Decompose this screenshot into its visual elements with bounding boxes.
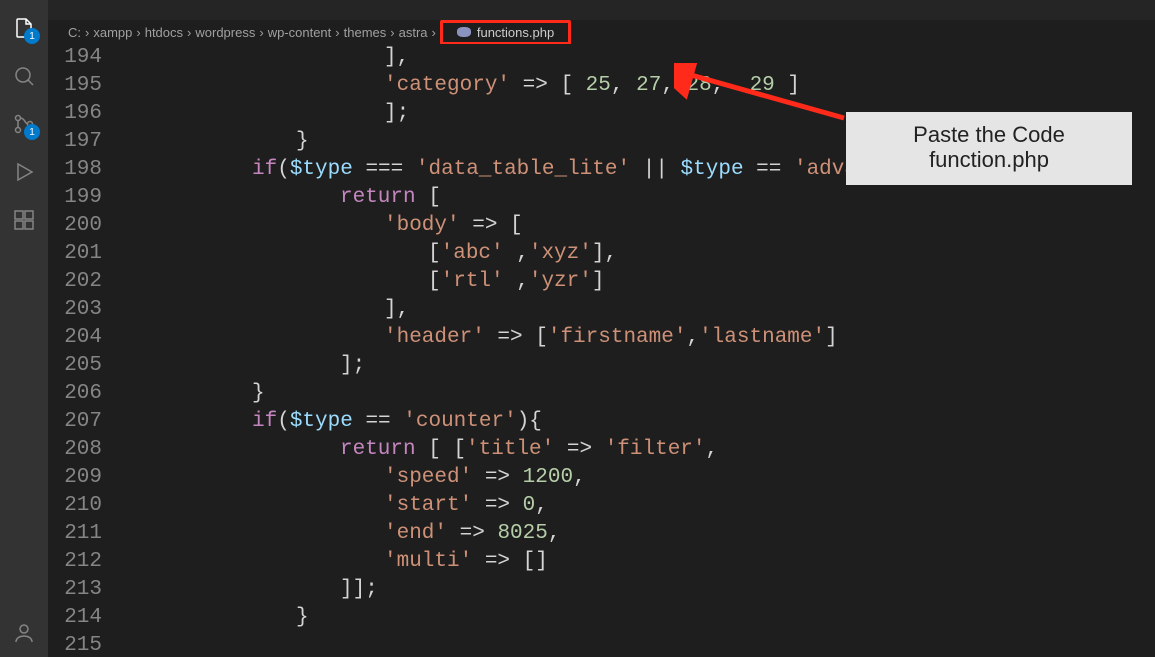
annotation-line1: Paste the Code [850, 122, 1128, 147]
code-editor[interactable]: 1941951961971981992002012022032042052062… [48, 44, 1155, 657]
line-number: 202 [48, 268, 102, 296]
line-number: 205 [48, 352, 102, 380]
code-line[interactable]: ['abc' ,'xyz'], [120, 240, 1155, 268]
account-icon[interactable] [0, 609, 48, 657]
code-line[interactable]: ]; [120, 352, 1155, 380]
line-number: 209 [48, 464, 102, 492]
line-number: 208 [48, 436, 102, 464]
line-number-gutter: 1941951961971981992002012022032042052062… [48, 44, 120, 657]
line-number: 197 [48, 128, 102, 156]
chevron-right-icon: › [259, 25, 263, 40]
extensions-icon[interactable] [0, 196, 48, 244]
code-line[interactable]: 'multi' => [] [120, 548, 1155, 576]
code-line[interactable]: ], [120, 44, 1155, 72]
chevron-right-icon: › [432, 25, 436, 40]
line-number: 212 [48, 548, 102, 576]
code-line[interactable]: 'start' => 0, [120, 492, 1155, 520]
chevron-right-icon: › [85, 25, 89, 40]
line-number: 201 [48, 240, 102, 268]
annotation-line2: function.php [850, 147, 1128, 172]
code-line[interactable]: ['rtl' ,'yzr'] [120, 268, 1155, 296]
line-number: 204 [48, 324, 102, 352]
code-line[interactable]: 'header' => ['firstname','lastname'] [120, 324, 1155, 352]
code-line[interactable]: ], [120, 296, 1155, 324]
source-control-icon[interactable]: 1 [0, 100, 48, 148]
code-line[interactable]: 'end' => 8025, [120, 520, 1155, 548]
code-line[interactable]: } [120, 604, 1155, 632]
editor-main: C:›xampp›htdocs›wordpress›wp-content›the… [48, 0, 1155, 657]
code-line[interactable]: if($type == 'counter'){ [120, 408, 1155, 436]
code-line[interactable]: return [ [120, 184, 1155, 212]
explorer-badge: 1 [24, 28, 40, 44]
line-number: 214 [48, 604, 102, 632]
line-number: 199 [48, 184, 102, 212]
tab-bar[interactable] [48, 0, 1155, 20]
line-number: 211 [48, 520, 102, 548]
line-number: 210 [48, 492, 102, 520]
breadcrumb-item[interactable]: xampp [93, 25, 132, 40]
breadcrumb-item[interactable]: C: [68, 25, 81, 40]
code-line[interactable]: ]]; [120, 576, 1155, 604]
code-line[interactable]: 'speed' => 1200, [120, 464, 1155, 492]
breadcrumb-item[interactable]: astra [399, 25, 428, 40]
line-number: 196 [48, 100, 102, 128]
line-number: 215 [48, 632, 102, 657]
breadcrumb-current-file[interactable]: functions.php [440, 20, 571, 44]
line-number: 206 [48, 380, 102, 408]
php-file-icon [457, 27, 471, 37]
explorer-icon[interactable]: 1 [0, 4, 48, 52]
line-number: 203 [48, 296, 102, 324]
line-number: 207 [48, 408, 102, 436]
breadcrumb-item[interactable]: themes [344, 25, 387, 40]
code-line[interactable]: } [120, 380, 1155, 408]
chevron-right-icon: › [335, 25, 339, 40]
line-number: 200 [48, 212, 102, 240]
run-debug-icon[interactable] [0, 148, 48, 196]
breadcrumb-item[interactable]: htdocs [145, 25, 183, 40]
chevron-right-icon: › [390, 25, 394, 40]
breadcrumb-item[interactable]: wp-content [268, 25, 332, 40]
annotation-callout: Paste the Code function.php [846, 112, 1132, 185]
chevron-right-icon: › [136, 25, 140, 40]
code-line[interactable] [120, 632, 1155, 657]
code-line[interactable]: return [ ['title' => 'filter', [120, 436, 1155, 464]
code-line[interactable]: 'category' => [ 25, 27, 28, 29 ] [120, 72, 1155, 100]
line-number: 213 [48, 576, 102, 604]
breadcrumb-item[interactable]: wordpress [195, 25, 255, 40]
line-number: 194 [48, 44, 102, 72]
line-number: 198 [48, 156, 102, 184]
chevron-right-icon: › [187, 25, 191, 40]
search-icon[interactable] [0, 52, 48, 100]
breadcrumb-current-label: functions.php [477, 25, 554, 40]
scm-badge: 1 [24, 124, 40, 140]
code-line[interactable]: 'body' => [ [120, 212, 1155, 240]
activity-bar: 1 1 [0, 0, 48, 657]
breadcrumb[interactable]: C:›xampp›htdocs›wordpress›wp-content›the… [48, 20, 1155, 44]
line-number: 195 [48, 72, 102, 100]
